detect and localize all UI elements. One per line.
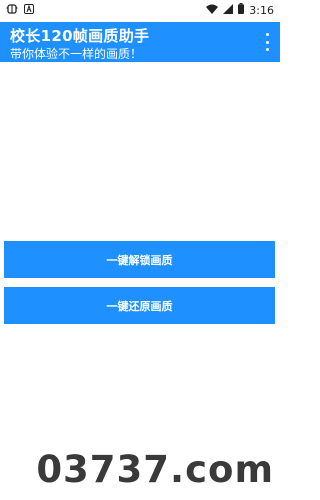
menu-dot: [265, 40, 269, 44]
wifi-icon: [206, 4, 219, 17]
menu-dot: [265, 48, 269, 51]
overflow-menu-icon[interactable]: [264, 33, 270, 51]
app-subtitle: 带你体验不一样的画质！: [10, 47, 143, 61]
app-title: 校长120帧画质助手: [10, 27, 150, 45]
status-bar: 3:16: [0, 0, 280, 22]
app-bar: 校长120帧画质助手 带你体验不一样的画质！: [0, 22, 280, 62]
unlock-quality-button[interactable]: 一键解锁画质: [4, 241, 275, 278]
bug-icon: [6, 3, 18, 18]
signal-icon: [223, 3, 234, 17]
a-icon: [24, 4, 34, 17]
battery-icon: [238, 3, 245, 17]
restore-quality-button[interactable]: 一键还原画质: [4, 287, 275, 324]
watermark: 03737.com: [36, 448, 274, 491]
status-right: 3:16: [206, 3, 274, 17]
status-left: [6, 3, 34, 18]
menu-dot: [265, 33, 269, 36]
status-time: 3:16: [249, 3, 274, 17]
